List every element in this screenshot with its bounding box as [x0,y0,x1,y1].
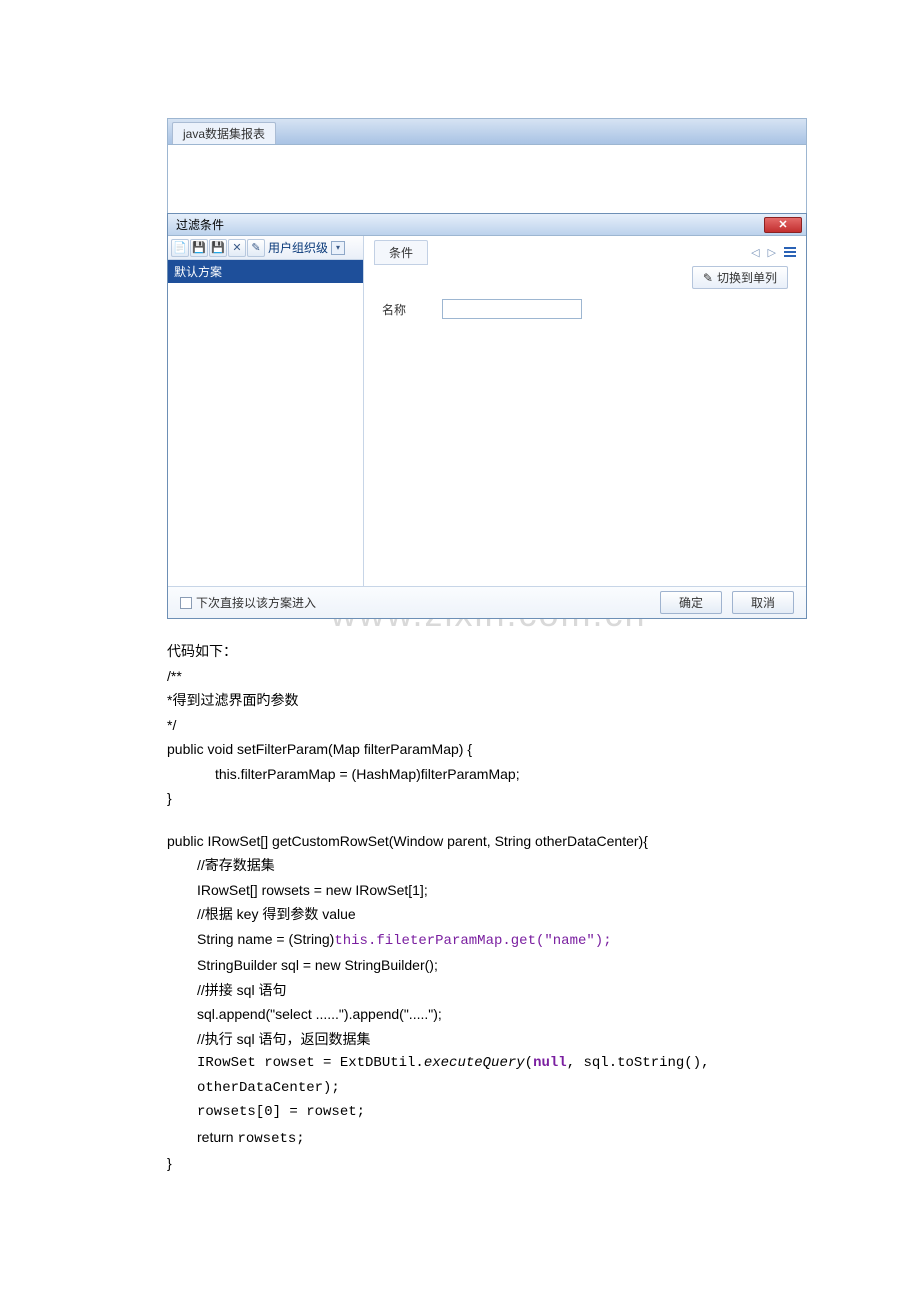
code-intro: 代码如下： [167,639,810,664]
enter-with-scheme-checkbox[interactable]: 下次直接以该方案进入 [180,594,316,611]
tab-condition[interactable]: 条件 [374,240,428,265]
name-label: 名称 [382,301,430,318]
save-as-icon[interactable]: 💾 [209,239,227,257]
code-text: return [197,1129,237,1145]
code-line: String name = (String)this.fileterParamM… [167,927,810,954]
code-text: ( [525,1055,533,1071]
code-line: StringBuilder sql = new StringBuilder(); [167,953,810,978]
ok-button[interactable]: 确定 [660,591,722,614]
tab-java-dataset-report[interactable]: java数据集报表 [172,122,276,144]
scheme-item-default[interactable]: 默认方案 [168,260,363,283]
org-level-label: 用户组织级 [266,239,330,256]
code-line: *得到过滤界面旳参数 [167,688,810,713]
code-text: IRowSet rowset = ExtDBUtil. [197,1055,424,1071]
app-tabstrip: java数据集报表 [168,119,806,145]
code-line: public void setFilterParam(Map filterPar… [167,737,810,762]
switch-single-column-button[interactable]: ✎ 切换到单列 [692,266,788,289]
blank-line [167,811,810,829]
code-line: public IRowSet[] getCustomRowSet(Window … [167,829,810,854]
next-icon[interactable]: ▷ [768,246,776,259]
code-line: //寄存数据集 [167,853,810,878]
footer-buttons: 确定 取消 [660,591,794,614]
checkbox-label: 下次直接以该方案进入 [196,594,316,611]
code-text: String name = (String) [197,931,334,947]
edit-icon[interactable]: ✎ [247,239,265,257]
code-fn: executeQuery [424,1055,525,1071]
close-icon: ✕ [778,218,787,231]
scheme-toolbar: 📄 💾 💾 ✕ ✎ 用户组织级 ▾ [168,236,363,260]
code-line: this.filterParamMap = (HashMap)filterPar… [167,762,810,787]
code-line: } [167,786,810,811]
app-body-blank [168,145,806,213]
checkbox-icon [180,597,192,609]
code-line: //根据 key 得到参数 value [167,902,810,927]
code-keyword: null [533,1055,567,1071]
code-line: IRowSet rowset = ExtDBUtil.executeQuery(… [167,1051,810,1076]
code-line: //拼接 sql 语句 [167,978,810,1003]
code-line: */ [167,713,810,738]
code-line: sql.append("select ......").append("....… [167,1002,810,1027]
switch-row: ✎ 切换到单列 [364,264,806,291]
pencil-icon: ✎ [703,271,713,285]
filter-dialog: 过滤条件 ✕ 📄 💾 💾 ✕ ✎ 用户组织级 ▾ 默认方案 [167,213,807,619]
list-icon[interactable] [784,247,796,257]
cancel-button[interactable]: 取消 [732,591,794,614]
code-line: //执行 sql 语句，返回数据集 [167,1027,810,1052]
delete-icon[interactable]: ✕ [228,239,246,257]
app-window: java数据集报表 [167,118,807,214]
code-highlight: this.fileterParamMap.get("name"); [334,933,611,949]
prev-icon[interactable]: ◁ [751,246,759,259]
code-block: 代码如下： /** *得到过滤界面旳参数 */ public void setF… [167,639,810,1176]
nav-icons: ◁ ▷ [751,246,796,259]
dialog-titlebar: 过滤条件 ✕ [168,214,806,236]
right-pane: 条件 ◁ ▷ ✎ 切换到单列 名称 [364,236,806,586]
switch-button-label: 切换到单列 [717,269,777,286]
dialog-title: 过滤条件 [176,216,224,233]
code-line: } [167,1151,810,1176]
name-input[interactable] [442,299,582,319]
code-text: , sql.toString(), [567,1055,710,1071]
code-line: rowsets[0] = rowset; [167,1100,810,1125]
new-icon[interactable]: 📄 [171,239,189,257]
scheme-list: 默认方案 [168,260,363,586]
dialog-body: 📄 💾 💾 ✕ ✎ 用户组织级 ▾ 默认方案 条件 ◁ [168,236,806,586]
code-line: otherDataCenter); [167,1076,810,1101]
code-line: return rowsets; [167,1125,810,1152]
condition-tabstrip: 条件 ◁ ▷ [364,236,806,264]
dialog-footer: 下次直接以该方案进入 确定 取消 [168,586,806,618]
code-line: /** [167,664,810,689]
condition-form: 名称 [364,291,806,586]
form-row-name: 名称 [382,299,788,319]
close-button[interactable]: ✕ [764,217,802,233]
save-icon[interactable]: 💾 [190,239,208,257]
code-text: rowsets; [237,1131,304,1147]
code-line: IRowSet[] rowsets = new IRowSet[1]; [167,878,810,903]
org-level-dropdown[interactable]: ▾ [331,241,345,255]
left-pane: 📄 💾 💾 ✕ ✎ 用户组织级 ▾ 默认方案 [168,236,364,586]
